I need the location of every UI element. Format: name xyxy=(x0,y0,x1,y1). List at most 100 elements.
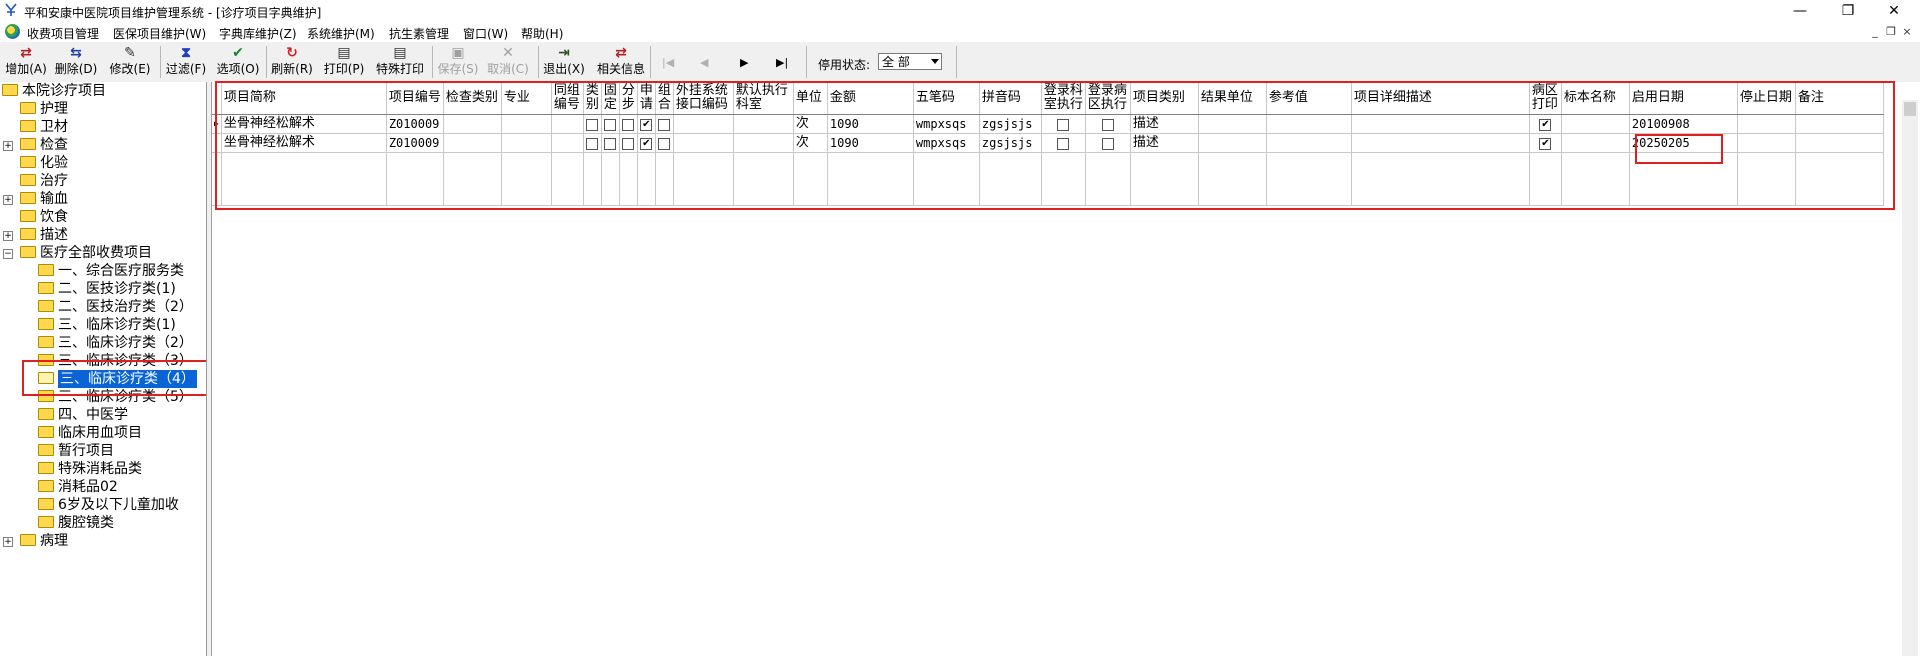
cell-combo[interactable] xyxy=(655,133,674,153)
tree-child[interactable]: 四、中医学 xyxy=(38,406,128,424)
tree-child[interactable]: 二、医技治疗类（2） xyxy=(38,298,193,316)
menu-fee-items[interactable]: 收费项目管理 xyxy=(27,25,99,42)
cell-wubi[interactable]: wmpxsqs xyxy=(913,133,980,153)
table-row[interactable]: 坐骨神经松解术 Z010009 ✔ 次 1090 wmpxsqs zgsjsjs… xyxy=(212,133,1884,153)
checkbox-checked[interactable]: ✔ xyxy=(640,137,653,150)
next-record-icon[interactable]: ▶ xyxy=(740,56,748,69)
cell-login-ward[interactable] xyxy=(1085,114,1131,134)
print-button[interactable]: ▤ 打印(P) xyxy=(322,44,366,80)
col-group-code[interactable]: 同组编号 xyxy=(551,82,584,115)
tree-child[interactable]: 三、临床诊疗类(1) xyxy=(38,316,176,334)
exit-button[interactable]: ⇥ 退出(X) xyxy=(542,44,586,80)
tree-child[interactable]: 三、临床诊疗类（2） xyxy=(38,334,193,352)
cell-login-dept[interactable] xyxy=(1041,114,1086,134)
delete-button[interactable]: ⇆ 删除(D) xyxy=(54,44,98,80)
cell-combo[interactable] xyxy=(655,114,674,134)
col-start-date[interactable]: 启用日期 xyxy=(1629,82,1738,115)
checkbox[interactable] xyxy=(586,118,599,131)
cell-unit[interactable]: 次 xyxy=(793,114,828,134)
col-amount[interactable]: 金额 xyxy=(827,82,914,115)
cell-detail[interactable] xyxy=(1351,133,1530,153)
cell-unit[interactable]: 次 xyxy=(793,133,828,153)
cell-default-dept[interactable] xyxy=(733,133,794,153)
menu-help[interactable]: 帮助(H) xyxy=(521,25,563,42)
tree-item-treatment[interactable]: 治疗 xyxy=(20,172,68,190)
col-result-unit[interactable]: 结果单位 xyxy=(1198,82,1267,115)
cell-result-unit[interactable] xyxy=(1198,114,1267,134)
options-button[interactable]: ✔ 选项(O) xyxy=(216,44,260,80)
col-code[interactable]: 项目编号 xyxy=(386,82,444,115)
checkbox[interactable] xyxy=(1101,118,1114,131)
last-record-icon[interactable]: ▶| xyxy=(776,56,788,69)
cell-amount[interactable]: 1090 xyxy=(827,133,914,153)
cell-specimen[interactable] xyxy=(1561,133,1630,153)
cell-specialty[interactable] xyxy=(501,133,552,153)
tree-root[interactable]: 本院诊疗项目 xyxy=(2,82,106,100)
tree-child-selected[interactable]: 三、临床诊疗类（4） xyxy=(38,370,197,388)
col-fixed[interactable]: 固定 xyxy=(601,82,620,115)
col-combo[interactable]: 组合 xyxy=(655,82,674,115)
cancel-button[interactable]: ✕ 取消(C) xyxy=(486,44,530,80)
tree-child[interactable]: 一、综合医疗服务类 xyxy=(38,262,184,280)
checkbox-checked[interactable]: ✔ xyxy=(1539,118,1552,131)
cell-exam-category[interactable] xyxy=(443,133,502,153)
cell-name[interactable]: 坐骨神经松解术 xyxy=(221,114,387,134)
special-print-button[interactable]: ▤ 特殊打印 xyxy=(372,44,428,80)
cell-step[interactable] xyxy=(619,133,638,153)
checkbox[interactable] xyxy=(1057,137,1070,150)
restore-button[interactable]: ❐ xyxy=(1828,1,1868,21)
col-remark[interactable]: 备注 xyxy=(1795,82,1884,115)
menu-insurance-items[interactable]: 医保项目维护(W) xyxy=(113,25,206,42)
checkbox[interactable] xyxy=(1101,137,1114,150)
tree-child[interactable]: 特殊消耗品类 xyxy=(38,460,142,478)
checkbox[interactable] xyxy=(622,118,635,131)
cell-start-date[interactable]: 20100908 xyxy=(1629,114,1738,134)
col-specimen[interactable]: 标本名称 xyxy=(1561,82,1630,115)
col-default-dept[interactable]: 默认执行科室 xyxy=(733,82,794,115)
tree-child[interactable]: 三、临床诊疗类（5） xyxy=(38,388,193,406)
expand-icon[interactable]: + xyxy=(3,141,13,151)
tree-item-nursing[interactable]: 护理 xyxy=(20,100,68,118)
cell-default-dept[interactable] xyxy=(733,114,794,134)
cell-category[interactable] xyxy=(583,133,602,153)
col-login-dept[interactable]: 登录科室执行 xyxy=(1041,82,1086,115)
cell-name[interactable]: 坐骨神经松解术 xyxy=(221,133,387,153)
category-tree[interactable]: 本院诊疗项目 护理 卫材 + 检查 化验 治疗 + 输血 饮食 + 描述 − 医… xyxy=(0,82,207,656)
checkbox[interactable] xyxy=(586,137,599,150)
tree-child[interactable]: 二、医技诊疗类(1) xyxy=(38,280,176,298)
table-row[interactable]: ▶ 坐骨神经松解术 Z010009 ✔ 次 1090 wmpxsqs zgsjs… xyxy=(212,114,1884,134)
col-specialty[interactable]: 专业 xyxy=(501,82,552,115)
col-detail[interactable]: 项目详细描述 xyxy=(1351,82,1530,115)
status-filter-select[interactable]: 全 部 xyxy=(878,53,942,70)
cell-item-type[interactable]: 描述 xyxy=(1130,133,1199,153)
mdi-close-button[interactable]: × xyxy=(1900,25,1914,39)
tree-child[interactable]: 6岁及以下儿童加收 xyxy=(38,496,179,514)
menu-window[interactable]: 窗口(W) xyxy=(463,25,508,42)
expand-icon[interactable]: + xyxy=(3,195,13,205)
mdi-child-icon[interactable] xyxy=(5,24,20,39)
cell-external-code[interactable] xyxy=(673,133,734,153)
cell-pinyin[interactable]: zgsjsjs xyxy=(979,133,1042,153)
tree-child[interactable]: 消耗品02 xyxy=(38,478,118,496)
col-item-type[interactable]: 项目类别 xyxy=(1130,82,1199,115)
tree-item-materials[interactable]: 卫材 xyxy=(20,118,68,136)
cell-remark[interactable] xyxy=(1795,114,1884,134)
checkbox-checked[interactable]: ✔ xyxy=(640,118,653,131)
checkbox[interactable] xyxy=(1057,118,1070,131)
col-wubi[interactable]: 五笔码 xyxy=(913,82,980,115)
tree-item-diet[interactable]: 饮食 xyxy=(20,208,68,226)
menu-antibiotics[interactable]: 抗生素管理 xyxy=(389,25,449,42)
mdi-restore-button[interactable]: ❐ xyxy=(1884,25,1898,39)
scrollbar-thumb[interactable] xyxy=(1904,102,1916,116)
cell-login-dept[interactable] xyxy=(1041,133,1086,153)
tree-item-all-fee-items[interactable]: − 医疗全部收费项目 xyxy=(3,244,152,262)
close-button[interactable]: ✕ xyxy=(1874,1,1914,21)
col-reference[interactable]: 参考值 xyxy=(1266,82,1352,115)
checkbox[interactable] xyxy=(604,137,617,150)
tree-item-pathology[interactable]: + 病理 xyxy=(3,532,68,550)
filter-button[interactable]: ⧗ 过滤(F) xyxy=(164,44,208,80)
cell-pinyin[interactable]: zgsjsjs xyxy=(979,114,1042,134)
cell-remark[interactable] xyxy=(1795,133,1884,153)
cell-start-date[interactable]: 20250205 xyxy=(1629,133,1738,153)
menu-dictionary[interactable]: 字典库维护(Z) xyxy=(219,25,297,42)
